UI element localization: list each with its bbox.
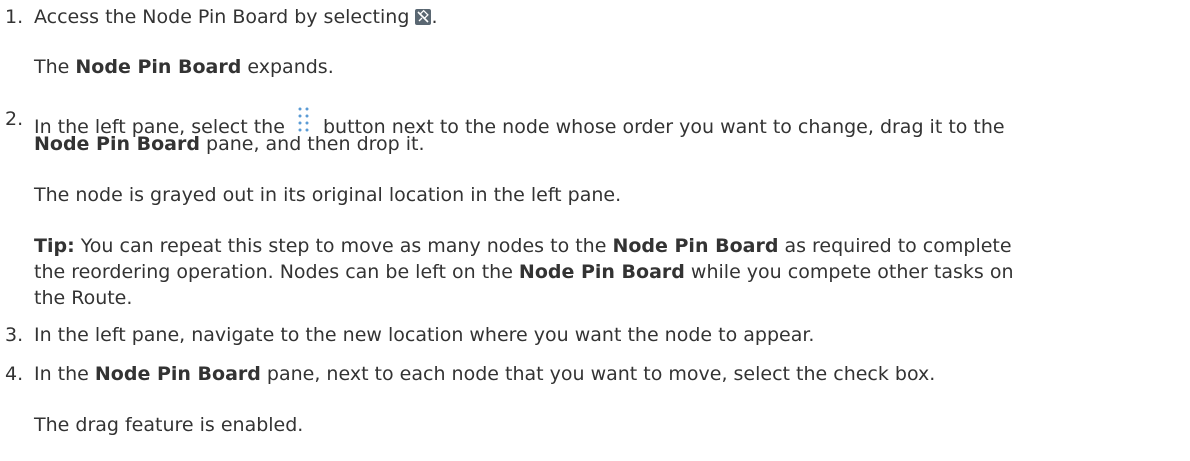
step-4-result: The drag feature is enabled. [34, 414, 304, 436]
tip-line-3: the Route. [34, 287, 133, 309]
step-2-line2: Node Pin Board pane, and then drop it. [34, 133, 425, 155]
step-number: 2. [5, 108, 24, 130]
tip-line-2: the reordering operation. Nodes can be l… [34, 261, 1014, 283]
tip-label: Tip: [34, 235, 75, 257]
instruction-document: 1. Access the Node Pin Board by selectin… [0, 0, 1190, 461]
step-text: In the Node Pin Board pane, next to each… [34, 363, 936, 385]
tip-line-1: Tip: You can repeat this step to move as… [34, 235, 1012, 257]
step-1-result: The Node Pin Board expands. [34, 56, 334, 78]
step-number: 4. [5, 363, 24, 385]
step-2-result: The node is grayed out in its original l… [34, 184, 622, 206]
step-number: 1. [5, 6, 24, 28]
step-text: In the left pane, navigate to the new lo… [34, 324, 815, 346]
step-text: Access the Node Pin Board by selecting . [34, 6, 438, 28]
step-number: 3. [5, 324, 24, 346]
pin-board-icon [415, 9, 432, 25]
